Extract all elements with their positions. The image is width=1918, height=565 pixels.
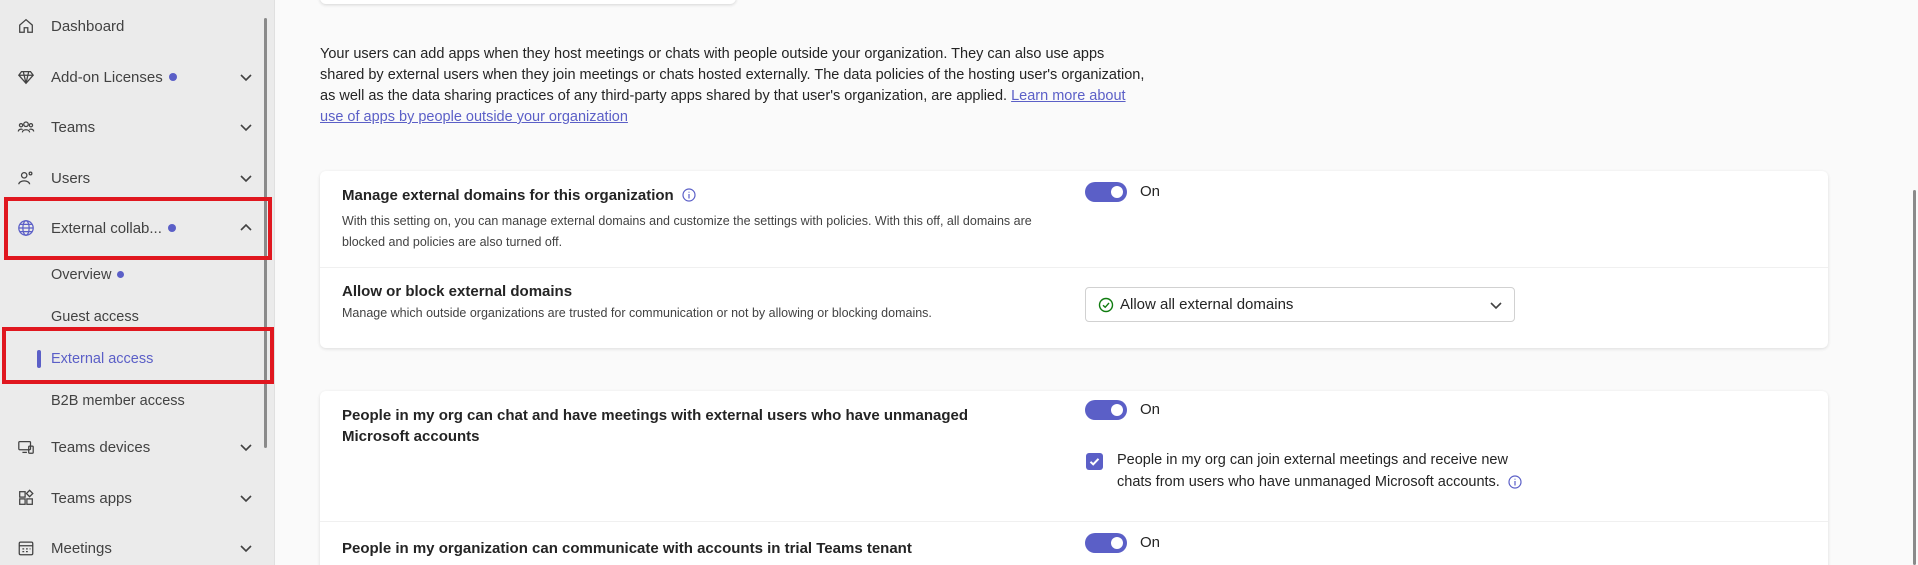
sidebar-item-dashboard[interactable]: Dashboard [0, 6, 266, 46]
row-divider [320, 521, 1828, 522]
home-icon [16, 16, 36, 36]
main-scrollbar[interactable] [1913, 190, 1916, 565]
person-icon [16, 168, 36, 188]
sidebar-divider [274, 0, 275, 565]
sidebar-item-label: Users [51, 169, 91, 187]
manage-external-domains-row: Manage external domains for this organiz… [342, 187, 696, 204]
sidebar-item-label: Teams apps [51, 489, 132, 507]
sidebar-item-teams-apps[interactable]: Teams apps [0, 478, 266, 518]
sidebar-subitem-label: Guest access [51, 309, 139, 325]
unmanaged-accounts-card: People in my org can chat and have meeti… [320, 391, 1828, 565]
manage-external-domains-desc: With this setting on, you can manage ext… [342, 214, 1032, 249]
toggle-state-label: On [1140, 534, 1161, 551]
toggle-state-label: On [1140, 183, 1161, 200]
allow-block-domains-dropdown[interactable]: Allow all external domains [1085, 287, 1515, 322]
previous-card-edge [320, 0, 736, 4]
highlight-box-external-collab [4, 197, 272, 260]
sidebar-item-teams-devices[interactable]: Teams devices [0, 427, 266, 467]
notification-dot [117, 270, 125, 278]
sidebar-item-label: Meetings [51, 539, 112, 557]
sidebar: Dashboard Add-on Licenses Teams Users Ex… [0, 0, 274, 565]
join-external-meetings-label: People in my org can join external meeti… [1117, 449, 1537, 493]
chevron-down-icon[interactable] [238, 170, 254, 186]
sidebar-subitem-b2b-member-access[interactable]: B2B member access [0, 381, 266, 421]
sidebar-item-addon-licenses[interactable]: Add-on Licenses [0, 57, 266, 97]
allow-block-domains-title: Allow or block external domains [342, 283, 573, 300]
sidebar-item-teams[interactable]: Teams [0, 107, 266, 147]
apps-grid-icon [16, 488, 36, 508]
sidebar-item-meetings[interactable]: Meetings [0, 528, 266, 565]
sidebar-subitem-label: Overview [51, 267, 112, 283]
sidebar-subitem-label: B2B member access [51, 393, 185, 409]
toggle-state-label: On [1140, 401, 1161, 418]
row-divider [320, 267, 1828, 268]
chevron-down-icon[interactable] [238, 540, 254, 556]
diamond-icon [16, 67, 36, 87]
calendar-icon [16, 538, 36, 558]
sidebar-item-label: Dashboard [51, 17, 125, 35]
chevron-down-icon[interactable] [238, 439, 254, 455]
chevron-down-icon[interactable] [238, 69, 254, 85]
sidebar-item-label: Teams devices [51, 438, 151, 456]
notification-dot [168, 72, 177, 81]
trial-tenant-title: People in my organization can communicat… [342, 540, 912, 557]
unmanaged-accounts-toggle[interactable] [1085, 400, 1127, 420]
checkmark-circle-icon [1098, 297, 1114, 313]
info-icon[interactable] [682, 188, 696, 202]
sidebar-subitem-overview[interactable]: Overview [0, 255, 266, 295]
unmanaged-accounts-title: People in my org can chat and have meeti… [342, 407, 969, 445]
dropdown-selected-value: Allow all external domains [1120, 296, 1294, 313]
external-domains-card: Manage external domains for this organiz… [320, 171, 1828, 348]
highlight-box-external-access [2, 327, 274, 384]
devices-icon [16, 437, 36, 457]
join-external-meetings-text: People in my org can join external meeti… [1117, 452, 1508, 490]
sidebar-item-label: Teams [51, 118, 96, 136]
sidebar-item-label: Add-on Licenses [51, 68, 163, 86]
people-team-icon [16, 117, 36, 137]
chevron-down-icon [1488, 297, 1504, 313]
manage-external-domains-toggle[interactable] [1085, 182, 1127, 202]
join-external-meetings-checkbox[interactable] [1086, 453, 1103, 470]
info-icon[interactable] [1508, 474, 1522, 489]
chevron-down-icon[interactable] [238, 490, 254, 506]
allow-block-domains-desc: Manage which outside organizations are t… [342, 306, 932, 320]
intro-text: Your users can add apps when they host m… [320, 44, 1150, 128]
sidebar-item-users[interactable]: Users [0, 158, 266, 198]
trial-tenant-toggle[interactable] [1085, 533, 1127, 553]
manage-external-domains-title: Manage external domains for this organiz… [342, 187, 674, 204]
chevron-down-icon[interactable] [238, 119, 254, 135]
